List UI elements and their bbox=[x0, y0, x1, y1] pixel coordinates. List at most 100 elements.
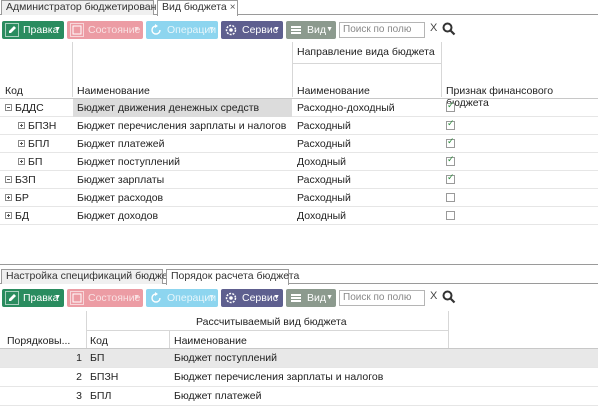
service-button[interactable]: Сервис ▼ bbox=[221, 21, 283, 39]
tab-label: Администратор бюджетирования bbox=[6, 1, 168, 13]
bottom-tab-bar: Настройка спецификаций бюджета Порядок р… bbox=[0, 269, 598, 285]
table-row[interactable]: БЗП Бюджет зарплаты Расходный bbox=[0, 171, 598, 189]
clear-search-icon[interactable]: X bbox=[430, 22, 437, 34]
view-list-icon bbox=[291, 26, 301, 34]
table-row[interactable]: БПЗН Бюджет перечисления зарплаты и налог… bbox=[0, 117, 598, 135]
state-button[interactable]: Состояние ▼ bbox=[67, 289, 143, 307]
table-row[interactable]: 1 БП Бюджет поступлений bbox=[0, 349, 598, 368]
dropdown-arrow-icon: ▼ bbox=[326, 26, 333, 33]
view-button[interactable]: Вид ▼ bbox=[286, 21, 336, 39]
cell-direction: Расходный bbox=[297, 192, 351, 204]
column-divider bbox=[169, 331, 170, 349]
close-tab-icon[interactable]: × bbox=[230, 2, 236, 13]
service-button[interactable]: Сервис ▼ bbox=[221, 289, 283, 307]
cell-name: Бюджет поступлений bbox=[174, 352, 278, 364]
table-row[interactable]: БПЛ Бюджет платежей Расходный bbox=[0, 135, 598, 153]
column-header-code[interactable]: Код bbox=[5, 85, 23, 97]
cell-code: БПЛ bbox=[90, 390, 112, 402]
search-icon[interactable] bbox=[442, 22, 456, 36]
column-header-order[interactable]: Порядковы... bbox=[7, 335, 70, 347]
dropdown-arrow-icon: ▼ bbox=[54, 26, 61, 33]
operations-button[interactable]: Операции ▼ bbox=[146, 21, 218, 39]
fin-flag-checkbox[interactable] bbox=[446, 211, 455, 220]
calc-order-grid: Рассчитываемый вид бюджета Порядковы... … bbox=[0, 311, 598, 409]
fin-flag-checkbox[interactable] bbox=[446, 118, 455, 130]
fin-flag-checkbox[interactable] bbox=[446, 172, 455, 184]
column-header-code[interactable]: Код bbox=[90, 335, 108, 347]
pencil-icon bbox=[5, 291, 19, 305]
clear-search-icon[interactable]: X bbox=[430, 290, 437, 302]
cell-code: БР bbox=[5, 189, 29, 207]
operations-button[interactable]: Операции ▼ bbox=[146, 289, 218, 307]
cell-order: 3 bbox=[76, 390, 82, 402]
dropdown-arrow-icon: ▼ bbox=[133, 294, 140, 301]
edit-button[interactable]: Правка ▼ bbox=[2, 289, 64, 307]
tab-budget-type[interactable]: Вид бюджета × bbox=[157, 0, 238, 16]
code-text: БПЛ bbox=[28, 138, 50, 150]
tab-label: Вид бюджета bbox=[162, 1, 227, 13]
fin-flag-checkbox[interactable] bbox=[446, 100, 455, 112]
tab-label: Порядок расчета бюджета bbox=[171, 270, 300, 282]
column-header-direction-name[interactable]: Наименование bbox=[297, 85, 370, 97]
expand-icon[interactable] bbox=[18, 158, 25, 165]
cell-direction: Расходный bbox=[297, 120, 351, 132]
table-row[interactable]: БДДС Бюджет движения денежных средств Расх… bbox=[0, 99, 598, 117]
expand-icon[interactable] bbox=[18, 122, 25, 129]
direction-group-header: Направление вида бюджета bbox=[297, 46, 435, 58]
cell-direction: Расходный bbox=[297, 138, 351, 150]
tab-budget-calc-order[interactable]: Порядок расчета бюджета bbox=[166, 269, 299, 285]
fin-flag-checkbox[interactable] bbox=[446, 136, 455, 148]
tab-budget-specs[interactable]: Настройка спецификаций бюджета bbox=[1, 269, 178, 284]
fin-flag-checkbox[interactable] bbox=[446, 154, 455, 166]
state-button[interactable]: Состояние ▼ bbox=[67, 21, 143, 39]
cell-name: Бюджет перечисления зарплаты и налогов bbox=[77, 120, 287, 132]
table-row[interactable]: БР Бюджет расходов Расходный bbox=[0, 189, 598, 207]
column-header-name[interactable]: Наименование bbox=[77, 85, 150, 97]
cell-name: Бюджет поступлений bbox=[77, 156, 181, 168]
dropdown-arrow-icon: ▼ bbox=[273, 294, 280, 301]
cell-name: Бюджет платежей bbox=[77, 138, 165, 150]
code-text: БД bbox=[15, 210, 30, 222]
cell-name: Бюджет доходов bbox=[77, 210, 159, 222]
cell-code: БПЗН bbox=[90, 371, 119, 383]
column-header-name[interactable]: Наименование bbox=[174, 335, 247, 347]
collapse-icon[interactable] bbox=[5, 104, 12, 111]
code-text: БЗП bbox=[15, 174, 36, 186]
expand-icon[interactable] bbox=[5, 212, 12, 219]
tab-label: Настройка спецификаций бюджета bbox=[6, 270, 178, 282]
column-divider bbox=[448, 311, 449, 349]
cell-code: БДДС bbox=[5, 99, 44, 117]
cell-direction: Доходный bbox=[297, 156, 347, 168]
pane-splitter[interactable] bbox=[0, 264, 598, 265]
code-text: БП bbox=[28, 156, 43, 168]
cell-name: Бюджет расходов bbox=[77, 192, 164, 204]
refresh-icon bbox=[151, 292, 161, 303]
fin-flag-checkbox[interactable] bbox=[446, 193, 455, 202]
expand-icon[interactable] bbox=[18, 140, 25, 147]
code-text: БДДС bbox=[15, 102, 44, 114]
expand-icon[interactable] bbox=[5, 194, 12, 201]
view-button[interactable]: Вид ▼ bbox=[286, 289, 336, 307]
search-icon[interactable] bbox=[442, 290, 456, 304]
gear-icon bbox=[225, 292, 237, 304]
table-row[interactable]: 3 БПЛ Бюджет платежей bbox=[0, 387, 598, 406]
table-row[interactable]: БП Бюджет поступлений Доходный bbox=[0, 153, 598, 171]
table-row[interactable]: БД Бюджет доходов Доходный bbox=[0, 207, 598, 225]
search-input[interactable]: Поиск по полю bbox=[339, 22, 425, 38]
table-row[interactable]: 2 БПЗН Бюджет перечисления зарплаты и нало… bbox=[0, 368, 598, 387]
search-input[interactable]: Поиск по полю bbox=[339, 290, 425, 306]
dropdown-arrow-icon: ▼ bbox=[208, 294, 215, 301]
collapse-icon[interactable] bbox=[5, 176, 12, 183]
code-text: БР bbox=[15, 192, 29, 204]
cell-direction: Расходный bbox=[297, 174, 351, 186]
edit-button[interactable]: Правка ▼ bbox=[2, 21, 64, 39]
budget-types-grid: Направление вида бюджета Код Наименовани… bbox=[0, 42, 598, 262]
column-divider bbox=[72, 42, 73, 97]
cell-code: БП bbox=[90, 352, 105, 364]
dropdown-arrow-icon: ▼ bbox=[326, 294, 333, 301]
cell-name: Бюджет зарплаты bbox=[77, 174, 165, 186]
tab-budget-admin[interactable]: Администратор бюджетирования bbox=[1, 0, 168, 15]
top-tab-bar: Администратор бюджетирования Вид бюджета… bbox=[0, 0, 598, 16]
cell-direction: Доходный bbox=[297, 210, 347, 222]
column-divider bbox=[292, 42, 293, 97]
